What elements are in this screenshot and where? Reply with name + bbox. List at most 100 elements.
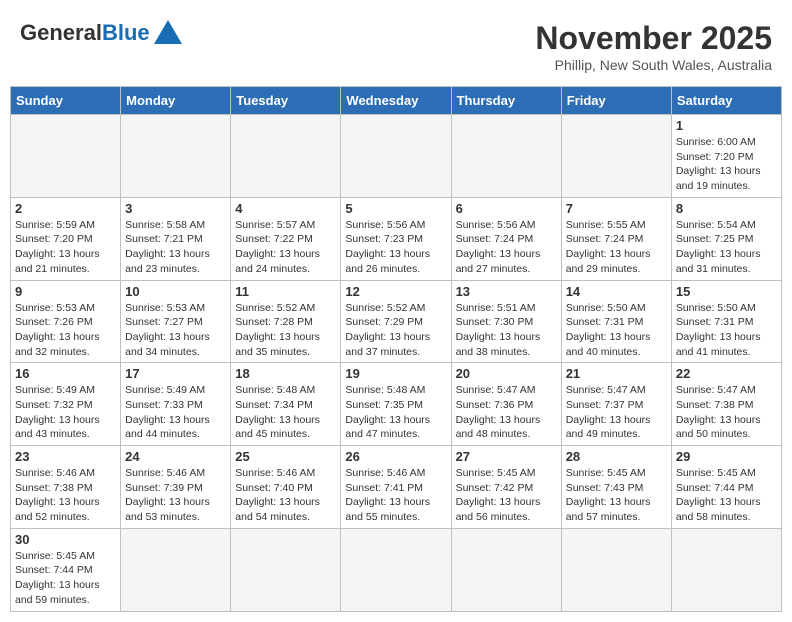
- day-cell: 19Sunrise: 5:48 AMSunset: 7:35 PMDayligh…: [341, 363, 451, 446]
- title-section: November 2025 Phillip, New South Wales, …: [535, 20, 772, 73]
- day-info: Sunrise: 5:56 AMSunset: 7:24 PMDaylight:…: [456, 218, 557, 277]
- day-number: 11: [235, 284, 336, 299]
- day-number: 27: [456, 449, 557, 464]
- weekday-header-wednesday: Wednesday: [341, 87, 451, 115]
- day-cell: 27 Sunrise: 5:45 AMSunset: 7:42 PMDayligh…: [451, 446, 561, 529]
- logo-general-text: General: [20, 20, 102, 46]
- day-cell: [231, 115, 341, 198]
- day-number: 20: [456, 366, 557, 381]
- day-info: Sunrise: 5:49 AMSunset: 7:32 PMDaylight:…: [15, 383, 116, 442]
- day-cell: 16 Sunrise: 5:49 AMSunset: 7:32 PMDayligh…: [11, 363, 121, 446]
- month-title: November 2025: [535, 20, 772, 57]
- week-row-4: 23Sunrise: 5:46 AMSunset: 7:38 PMDayligh…: [11, 446, 782, 529]
- header: General Blue November 2025 Phillip, New …: [10, 10, 782, 78]
- day-cell: 3Sunrise: 5:58 AMSunset: 7:21 PMDaylight…: [121, 197, 231, 280]
- day-cell: 28 Sunrise: 5:45 AMSunset: 7:43 PMDayligh…: [561, 446, 671, 529]
- day-cell: [121, 115, 231, 198]
- day-cell: 4 Sunrise: 5:57 AMSunset: 7:22 PMDaylight…: [231, 197, 341, 280]
- day-cell: 17 Sunrise: 5:49 AMSunset: 7:33 PMDayligh…: [121, 363, 231, 446]
- day-info: Sunrise: 6:00 AMSunset: 7:20 PMDaylight:…: [676, 135, 777, 194]
- calendar: SundayMondayTuesdayWednesdayThursdayFrid…: [10, 86, 782, 612]
- day-info: Sunrise: 5:47 AMSunset: 7:37 PMDaylight:…: [566, 383, 667, 442]
- day-cell: 13Sunrise: 5:51 AMSunset: 7:30 PMDayligh…: [451, 280, 561, 363]
- day-cell: 22 Sunrise: 5:47 AMSunset: 7:38 PMDayligh…: [671, 363, 781, 446]
- weekday-header-row: SundayMondayTuesdayWednesdayThursdayFrid…: [11, 87, 782, 115]
- week-row-5: 30Sunrise: 5:45 AMSunset: 7:44 PMDayligh…: [11, 528, 782, 611]
- day-cell: [451, 528, 561, 611]
- day-cell: 6Sunrise: 5:56 AMSunset: 7:24 PMDaylight…: [451, 197, 561, 280]
- day-cell: 23Sunrise: 5:46 AMSunset: 7:38 PMDayligh…: [11, 446, 121, 529]
- day-cell: 5 Sunrise: 5:56 AMSunset: 7:23 PMDaylight…: [341, 197, 451, 280]
- day-cell: 21 Sunrise: 5:47 AMSunset: 7:37 PMDayligh…: [561, 363, 671, 446]
- day-cell: 7Sunrise: 5:55 AMSunset: 7:24 PMDaylight…: [561, 197, 671, 280]
- weekday-header-sunday: Sunday: [11, 87, 121, 115]
- logo-triangle-icon: [154, 20, 182, 44]
- day-cell: [341, 528, 451, 611]
- day-info: Sunrise: 5:54 AMSunset: 7:25 PMDaylight:…: [676, 218, 777, 277]
- day-cell: [341, 115, 451, 198]
- logo-blue-text: Blue: [102, 20, 150, 46]
- logo: General Blue: [20, 20, 182, 46]
- day-cell: 26Sunrise: 5:46 AMSunset: 7:41 PMDayligh…: [341, 446, 451, 529]
- day-info: Sunrise: 5:47 AMSunset: 7:36 PMDaylight:…: [456, 383, 557, 442]
- day-cell: 24Sunrise: 5:46 AMSunset: 7:39 PMDayligh…: [121, 446, 231, 529]
- day-number: 28: [566, 449, 667, 464]
- day-info: Sunrise: 5:45 AMSunset: 7:44 PMDaylight:…: [676, 466, 777, 525]
- day-cell: 29 Sunrise: 5:45 AMSunset: 7:44 PMDayligh…: [671, 446, 781, 529]
- day-info: Sunrise: 5:51 AMSunset: 7:30 PMDaylight:…: [456, 301, 557, 360]
- day-info: Sunrise: 5:47 AMSunset: 7:38 PMDaylight:…: [676, 383, 777, 442]
- day-cell: [671, 528, 781, 611]
- day-number: 23: [15, 449, 116, 464]
- weekday-header-tuesday: Tuesday: [231, 87, 341, 115]
- day-number: 22: [676, 366, 777, 381]
- week-row-1: 2Sunrise: 5:59 AMSunset: 7:20 PMDaylight…: [11, 197, 782, 280]
- day-number: 14: [566, 284, 667, 299]
- day-number: 16: [15, 366, 116, 381]
- day-number: 4: [235, 201, 336, 216]
- day-cell: [121, 528, 231, 611]
- day-number: 21: [566, 366, 667, 381]
- day-number: 1: [676, 118, 777, 133]
- day-number: 17: [125, 366, 226, 381]
- day-info: Sunrise: 5:59 AMSunset: 7:20 PMDaylight:…: [15, 218, 116, 277]
- weekday-header-thursday: Thursday: [451, 87, 561, 115]
- day-info: Sunrise: 5:57 AMSunset: 7:22 PMDaylight:…: [235, 218, 336, 277]
- day-cell: [451, 115, 561, 198]
- day-info: Sunrise: 5:45 AMSunset: 7:43 PMDaylight:…: [566, 466, 667, 525]
- day-cell: [231, 528, 341, 611]
- weekday-header-saturday: Saturday: [671, 87, 781, 115]
- day-info: Sunrise: 5:46 AMSunset: 7:40 PMDaylight:…: [235, 466, 336, 525]
- day-cell: 18Sunrise: 5:48 AMSunset: 7:34 PMDayligh…: [231, 363, 341, 446]
- day-number: 5: [345, 201, 446, 216]
- day-cell: 11 Sunrise: 5:52 AMSunset: 7:28 PMDayligh…: [231, 280, 341, 363]
- day-number: 24: [125, 449, 226, 464]
- subtitle: Phillip, New South Wales, Australia: [535, 57, 772, 73]
- day-number: 19: [345, 366, 446, 381]
- day-number: 12: [345, 284, 446, 299]
- day-info: Sunrise: 5:45 AMSunset: 7:44 PMDaylight:…: [15, 549, 116, 608]
- weekday-header-monday: Monday: [121, 87, 231, 115]
- day-number: 9: [15, 284, 116, 299]
- day-info: Sunrise: 5:58 AMSunset: 7:21 PMDaylight:…: [125, 218, 226, 277]
- day-cell: 2Sunrise: 5:59 AMSunset: 7:20 PMDaylight…: [11, 197, 121, 280]
- day-number: 10: [125, 284, 226, 299]
- day-info: Sunrise: 5:45 AMSunset: 7:42 PMDaylight:…: [456, 466, 557, 525]
- day-info: Sunrise: 5:53 AMSunset: 7:26 PMDaylight:…: [15, 301, 116, 360]
- day-info: Sunrise: 5:52 AMSunset: 7:28 PMDaylight:…: [235, 301, 336, 360]
- day-info: Sunrise: 5:52 AMSunset: 7:29 PMDaylight:…: [345, 301, 446, 360]
- day-number: 25: [235, 449, 336, 464]
- day-info: Sunrise: 5:48 AMSunset: 7:34 PMDaylight:…: [235, 383, 336, 442]
- day-info: Sunrise: 5:56 AMSunset: 7:23 PMDaylight:…: [345, 218, 446, 277]
- day-cell: 14Sunrise: 5:50 AMSunset: 7:31 PMDayligh…: [561, 280, 671, 363]
- day-number: 29: [676, 449, 777, 464]
- day-number: 15: [676, 284, 777, 299]
- day-cell: 8Sunrise: 5:54 AMSunset: 7:25 PMDaylight…: [671, 197, 781, 280]
- day-number: 7: [566, 201, 667, 216]
- day-cell: 12 Sunrise: 5:52 AMSunset: 7:29 PMDayligh…: [341, 280, 451, 363]
- day-cell: [561, 528, 671, 611]
- day-info: Sunrise: 5:46 AMSunset: 7:41 PMDaylight:…: [345, 466, 446, 525]
- week-row-0: 1 Sunrise: 6:00 AMSunset: 7:20 PMDaylight…: [11, 115, 782, 198]
- day-info: Sunrise: 5:49 AMSunset: 7:33 PMDaylight:…: [125, 383, 226, 442]
- week-row-2: 9 Sunrise: 5:53 AMSunset: 7:26 PMDaylight…: [11, 280, 782, 363]
- day-cell: 25 Sunrise: 5:46 AMSunset: 7:40 PMDayligh…: [231, 446, 341, 529]
